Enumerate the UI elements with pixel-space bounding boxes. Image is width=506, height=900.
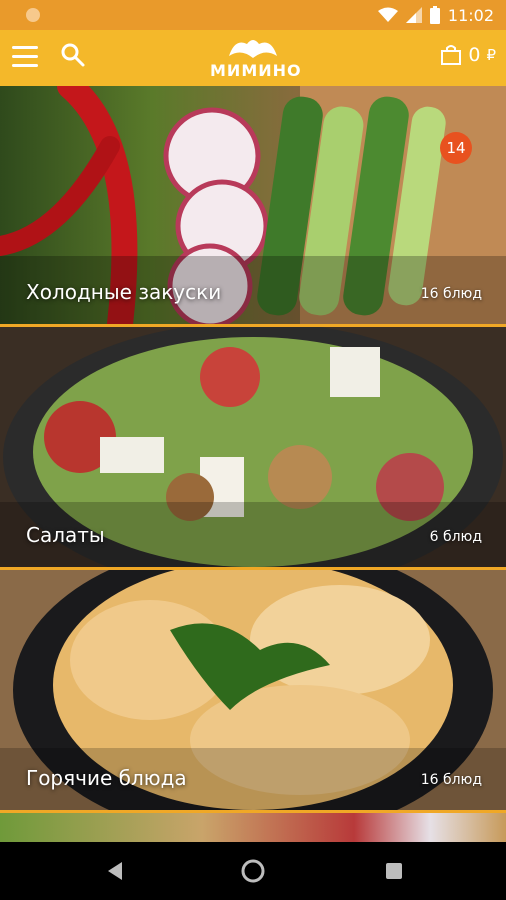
category-title: Салаты <box>26 523 105 547</box>
category-count: 16 блюд <box>420 286 482 302</box>
category-title: Горячие блюда <box>26 766 187 790</box>
app-bar: МИМИНО 0 ₽ <box>0 30 506 86</box>
battery-icon <box>429 6 440 24</box>
notification-dot-icon <box>26 8 40 22</box>
category-title: Холодные закуски <box>26 280 222 304</box>
category-count: 6 блюд <box>429 529 482 545</box>
status-bar: 11:02 <box>0 0 506 30</box>
category-badge: 14 <box>440 132 472 164</box>
category-count: 16 блюд <box>420 772 482 788</box>
category-card-salads[interactable]: Салаты 6 блюд <box>0 327 506 567</box>
cart-currency: ₽ <box>486 46 496 64</box>
search-icon[interactable] <box>60 42 86 68</box>
cart-button[interactable]: 0 ₽ <box>440 44 496 66</box>
cart-total: 0 <box>468 44 481 66</box>
logo-text: МИМИНО <box>210 61 302 80</box>
mimino-logo[interactable]: МИМИНО <box>210 32 302 84</box>
logo-emblem-icon <box>229 40 277 58</box>
category-card-partial[interactable] <box>0 813 506 842</box>
category-card-cold-appetizers[interactable]: 14 Холодные закуски 16 блюд <box>0 86 506 324</box>
hamburger-menu-icon[interactable] <box>12 46 38 68</box>
home-circle-icon[interactable] <box>241 859 265 883</box>
category-card-hot-dishes[interactable]: Горячие блюда 16 блюд <box>0 570 506 810</box>
shopping-bag-icon <box>441 45 462 65</box>
system-navigation-bar <box>0 842 506 900</box>
status-icons: 11:02 <box>377 0 494 30</box>
signal-icon <box>405 7 422 23</box>
back-triangle-icon[interactable] <box>104 860 126 882</box>
status-time: 11:02 <box>447 5 494 25</box>
recents-square-icon[interactable] <box>385 862 403 880</box>
wifi-icon <box>377 7 398 22</box>
